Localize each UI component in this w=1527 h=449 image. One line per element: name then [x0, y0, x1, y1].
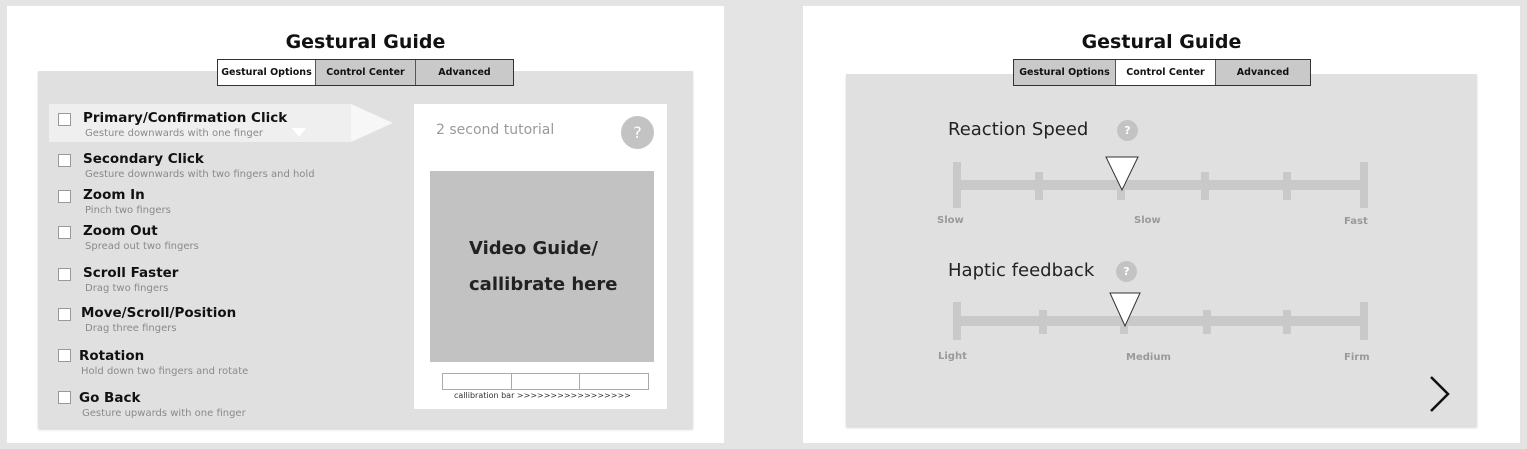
slider-end-tick: [1360, 302, 1368, 340]
tick-label-firm: Firm: [1344, 352, 1370, 363]
gesture-checkbox[interactable]: [58, 226, 71, 239]
selection-pointer-arrow: [351, 104, 393, 142]
chevron-down-icon: [292, 128, 306, 137]
help-icon[interactable]: ?: [621, 116, 654, 149]
calibration-segment: [512, 374, 581, 389]
gesture-desc: Pinch two fingers: [85, 205, 171, 216]
gesture-checkbox[interactable]: [58, 391, 71, 404]
slider-tick: [1283, 310, 1291, 334]
gesture-checkbox[interactable]: [58, 349, 71, 362]
calibration-bar: [442, 373, 649, 390]
gesture-panel: Primary/Confirmation Click Gesture downw…: [38, 71, 693, 428]
gestural-options-screen: Gestural Guide Primary/Confirmation Clic…: [7, 6, 724, 443]
video-guide[interactable]: Video Guide/ callibrate here: [430, 171, 654, 362]
page-title: Gestural Guide: [1081, 31, 1242, 53]
slider-end-tick: [953, 302, 961, 340]
gesture-name: Go Back: [79, 390, 141, 406]
calibration-label: callibration bar >>>>>>>>>>>>>>>>>: [454, 391, 631, 400]
gesture-name: Scroll Faster: [83, 265, 179, 281]
tab-advanced[interactable]: Advanced: [1216, 60, 1310, 85]
tab-bar: Gestural Options Control Center Advanced: [217, 59, 514, 86]
slider-track: [956, 316, 1364, 326]
gesture-name: Zoom Out: [83, 223, 158, 239]
calibration-segment: [580, 374, 648, 389]
gesture-desc: Hold down two fingers and rotate: [81, 366, 249, 377]
tab-advanced[interactable]: Advanced: [416, 60, 513, 85]
gesture-checkbox[interactable]: [58, 268, 71, 281]
gesture-checkbox[interactable]: [58, 154, 71, 167]
gesture-name: Primary/Confirmation Click: [83, 110, 288, 126]
gesture-desc: Gesture upwards with one finger: [82, 408, 246, 419]
control-panel: Reaction Speed ? Slow Slow Fast Haptic f…: [846, 74, 1477, 426]
tutorial-card: 2 second tutorial ? Video Guide/ callibr…: [414, 104, 667, 409]
tick-label-medium: Medium: [1126, 352, 1171, 363]
gesture-checkbox[interactable]: [58, 190, 71, 203]
calibration-segment: [443, 374, 512, 389]
gesture-name: Move/Scroll/Position: [81, 305, 237, 321]
tutorial-label: 2 second tutorial: [436, 122, 555, 138]
gesture-checkbox[interactable]: [58, 113, 71, 126]
video-guide-line-1: Video Guide/: [469, 238, 598, 259]
tab-control-center[interactable]: Control Center: [1116, 60, 1216, 85]
gesture-desc: Spread out two fingers: [85, 241, 199, 252]
tab-gestural-options[interactable]: Gestural Options: [218, 60, 316, 85]
gesture-name: Rotation: [79, 348, 145, 364]
gesture-name: Zoom In: [83, 187, 145, 203]
tab-gestural-options[interactable]: Gestural Options: [1014, 60, 1116, 85]
tab-bar: Gestural Options Control Center Advanced: [1013, 59, 1311, 86]
gesture-checkbox[interactable]: [58, 308, 71, 321]
chevron-right-icon[interactable]: [1425, 374, 1453, 414]
tab-control-center[interactable]: Control Center: [316, 60, 416, 85]
haptic-feedback-slider[interactable]: [846, 74, 1477, 426]
video-guide-line-2: callibrate here: [469, 274, 618, 295]
page-title: Gestural Guide: [285, 31, 446, 53]
control-center-screen: Gestural Guide Reaction Speed ? Slow Slo…: [803, 6, 1520, 443]
tick-label-light: Light: [938, 351, 967, 362]
gesture-desc: Gesture downwards with two fingers and h…: [85, 169, 315, 180]
slider-tick: [1039, 310, 1047, 334]
slider-tick: [1203, 310, 1211, 334]
video-guide-text: Video Guide/ callibrate here: [469, 231, 617, 303]
gesture-desc: Gesture downwards with one finger: [85, 128, 263, 139]
gesture-desc: Drag two fingers: [85, 283, 169, 294]
gesture-name: Secondary Click: [83, 151, 204, 167]
gesture-desc: Drag three fingers: [85, 323, 177, 334]
